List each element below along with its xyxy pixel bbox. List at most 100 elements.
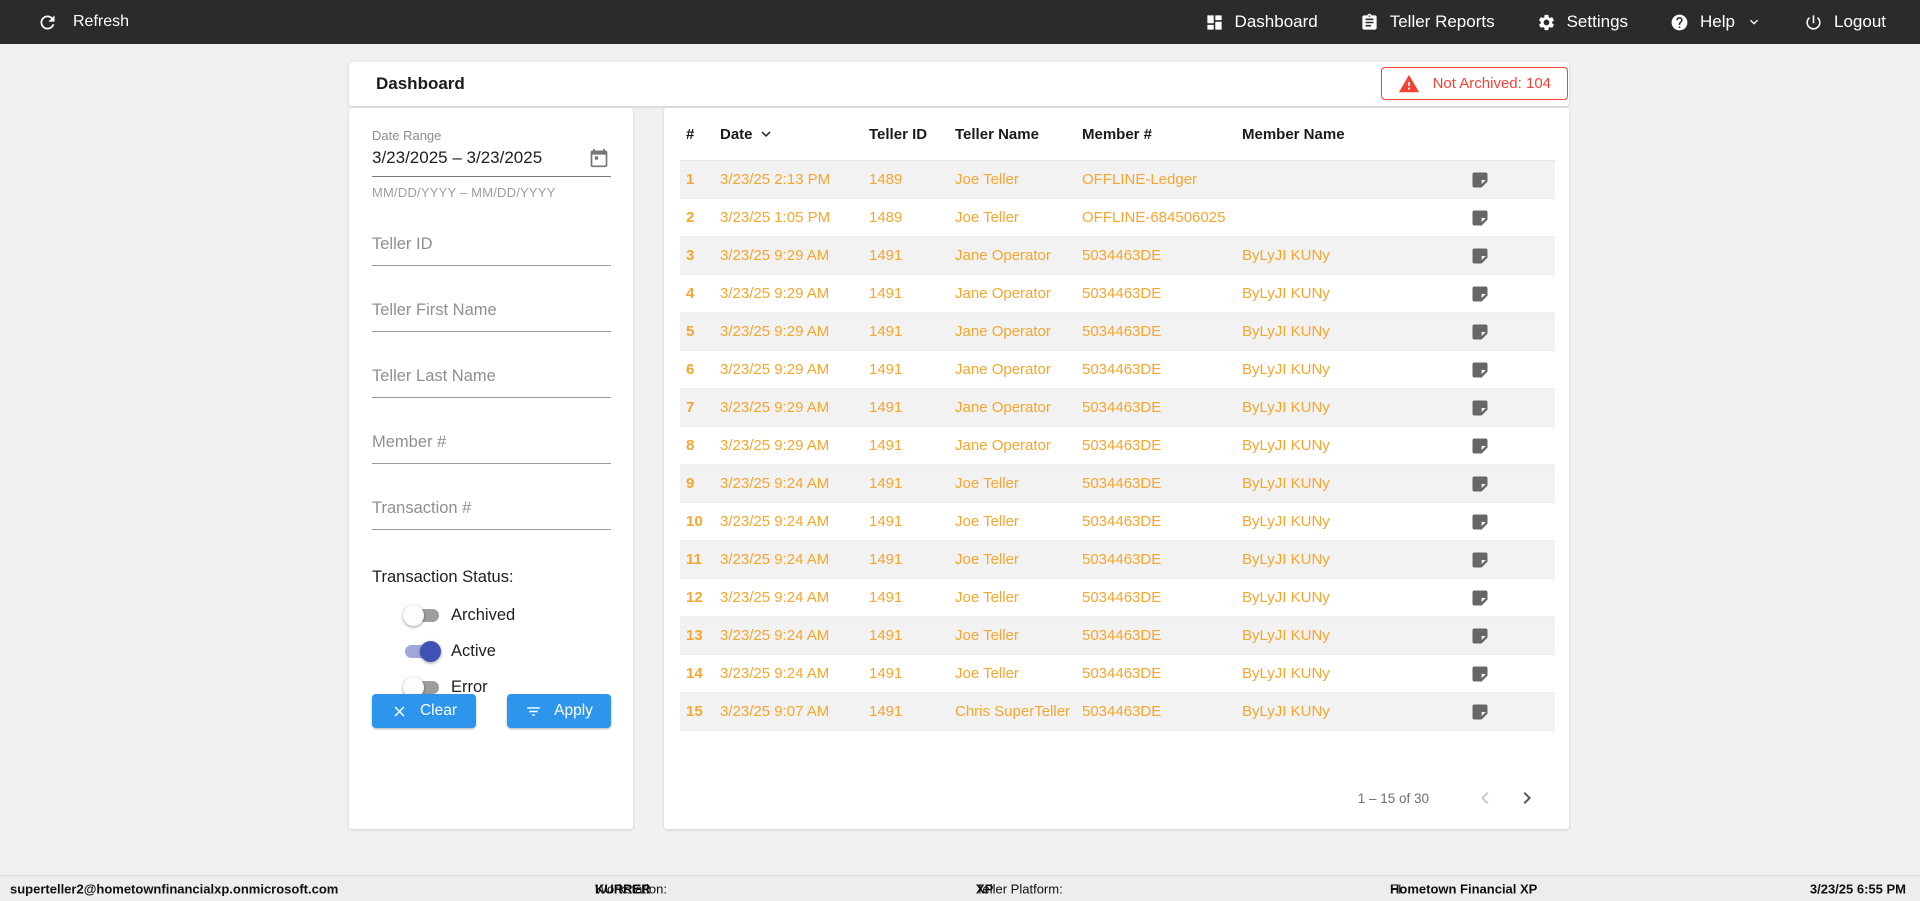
column-header-teller-id[interactable]: Teller ID [869,126,955,143]
member-number-input[interactable] [372,433,611,464]
row-member-name: ByLyJI KUNy [1242,703,1330,720]
note-icon[interactable] [1470,474,1490,494]
nav-dashboard[interactable]: Dashboard [1205,12,1318,32]
note-icon[interactable] [1470,246,1490,266]
nav-menu: Dashboard Teller Reports Settings Help L… [1205,12,1886,32]
calendar-button[interactable] [589,147,611,169]
note-icon[interactable] [1470,360,1490,380]
note-icon[interactable] [1470,398,1490,418]
chevron-right-icon [1523,792,1531,804]
row-teller-id: 1491 [869,437,903,454]
toggle-active[interactable]: Active [405,639,611,663]
date-range-input[interactable] [372,148,589,168]
column-header-member-number[interactable]: Member # [1082,126,1242,143]
note-icon[interactable] [1470,436,1490,456]
table-row[interactable]: 6 3/23/25 9:29 AM 1491 Jane Operator 503… [680,351,1555,389]
nav-teller-reports[interactable]: Teller Reports [1360,12,1495,32]
teller-last-name-input[interactable] [372,367,611,398]
transaction-number-input[interactable] [372,499,611,530]
column-header-num[interactable]: # [680,126,720,143]
not-archived-badge[interactable]: Not Archived: 104 [1380,67,1568,100]
apply-button[interactable]: Apply [507,694,611,728]
row-teller-name: Joe Teller [955,475,1019,492]
nav-help[interactable]: Help [1670,12,1762,32]
table-row[interactable]: 7 3/23/25 9:29 AM 1491 Jane Operator 503… [680,389,1555,427]
chevron-down-icon [1750,19,1758,25]
note-icon[interactable] [1470,512,1490,532]
date-range-label: Date Range [372,128,442,143]
column-header-member-name[interactable]: Member Name [1242,126,1462,143]
note-icon[interactable] [1470,208,1490,228]
row-teller-id: 1491 [869,399,903,416]
row-number: 11 [686,551,702,568]
active-switch[interactable] [405,640,441,662]
teller-id-input[interactable] [372,235,611,266]
row-date: 3/23/25 9:07 AM [720,703,830,720]
note-icon[interactable] [1470,664,1490,684]
row-number: 5 [686,323,695,340]
row-member-name: ByLyJI KUNy [1242,323,1330,340]
row-number: 12 [686,589,703,606]
row-date: 3/23/25 9:24 AM [720,665,830,682]
table-row[interactable]: 8 3/23/25 9:29 AM 1491 Jane Operator 503… [680,427,1555,465]
archived-switch[interactable] [403,604,439,626]
table-row[interactable]: 10 3/23/25 9:24 AM 1491 Joe Teller 50344… [680,503,1555,541]
table-row[interactable]: 9 3/23/25 9:24 AM 1491 Joe Teller 503446… [680,465,1555,503]
row-member-name: ByLyJI KUNy [1242,247,1330,264]
next-page-button[interactable] [1515,786,1539,810]
row-note-cell [1462,702,1555,722]
row-member-name: ByLyJI KUNy [1242,513,1330,530]
note-icon[interactable] [1470,322,1490,342]
row-number: 13 [686,627,703,644]
table-row[interactable]: 14 3/23/25 9:24 AM 1491 Joe Teller 50344… [680,655,1555,693]
row-teller-id: 1491 [869,361,903,378]
row-member-name: ByLyJI KUNy [1242,589,1330,606]
row-note-cell [1462,170,1555,190]
row-member-number: 5034463DE [1082,361,1162,378]
help-icon [1671,14,1688,30]
row-note-cell [1462,588,1555,608]
chevron-left-icon [1481,792,1489,804]
clear-button[interactable]: Clear [372,694,476,728]
table-row[interactable]: 11 3/23/25 9:24 AM 1491 Joe Teller 50344… [680,541,1555,579]
note-icon[interactable] [1470,702,1490,722]
apply-label: Apply [554,702,593,719]
row-teller-name: Joe Teller [955,551,1019,568]
nav-logout[interactable]: Logout [1804,12,1886,32]
table-row[interactable]: 15 3/23/25 9:07 AM 1491 Chris SuperTelle… [680,693,1555,731]
teller-reports-icon [1362,13,1377,30]
table-row[interactable]: 13 3/23/25 9:24 AM 1491 Joe Teller 50344… [680,617,1555,655]
table-row[interactable]: 12 3/23/25 9:24 AM 1491 Joe Teller 50344… [680,579,1555,617]
table-row[interactable]: 1 3/23/25 2:13 PM 1489 Joe Teller OFFLIN… [680,161,1555,199]
filter-icon [527,706,540,716]
refresh-label: Refresh [73,13,130,30]
row-member-name: ByLyJI KUNy [1242,551,1330,568]
note-icon[interactable] [1470,626,1490,646]
table-row[interactable]: 2 3/23/25 1:05 PM 1489 Joe Teller OFFLIN… [680,199,1555,237]
row-member-name: ByLyJI KUNy [1242,361,1330,378]
row-member-number: 5034463DE [1082,589,1162,606]
teller-first-name-input[interactable] [372,301,611,332]
note-icon[interactable] [1470,550,1490,570]
status-datetime: 3/23/25 6:55 PM [1809,881,1906,896]
row-number: 3 [686,247,695,264]
note-icon[interactable] [1470,170,1490,190]
previous-page-button[interactable] [1473,786,1497,810]
warning-icon [1398,74,1419,92]
nav-settings[interactable]: Settings [1537,12,1628,32]
page-header: Dashboard Not Archived: 104 [349,62,1569,106]
table-row[interactable]: 5 3/23/25 9:29 AM 1491 Jane Operator 503… [680,313,1555,351]
table-row[interactable]: 4 3/23/25 9:29 AM 1491 Jane Operator 503… [680,275,1555,313]
note-icon[interactable] [1470,588,1490,608]
row-member-name: ByLyJI KUNy [1242,399,1330,416]
table-row[interactable]: 3 3/23/25 9:29 AM 1491 Jane Operator 503… [680,237,1555,275]
column-header-date[interactable]: Date [720,125,869,143]
sort-desc-icon [761,131,771,137]
refresh-button[interactable]: Refresh [37,12,129,33]
error-switch[interactable] [403,676,439,698]
row-note-cell [1462,550,1555,570]
column-header-teller-name[interactable]: Teller Name [955,126,1082,143]
toggle-archived[interactable]: Archived [403,603,611,627]
row-member-number: 5034463DE [1082,323,1162,340]
note-icon[interactable] [1470,284,1490,304]
